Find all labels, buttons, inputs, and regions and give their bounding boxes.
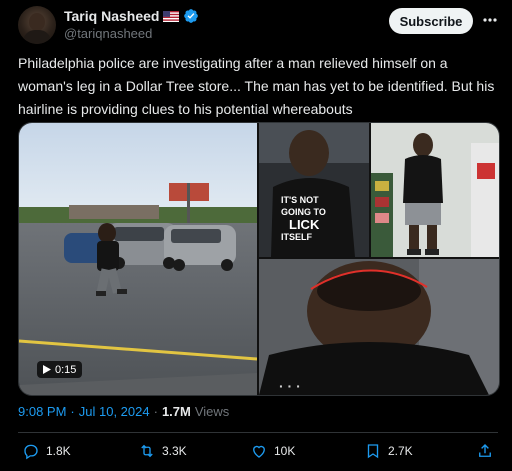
repost-button[interactable]: 3.3K: [138, 442, 187, 460]
bookmark-icon: [367, 444, 379, 459]
more-icon[interactable]: [482, 12, 498, 28]
shirt-line-4: ITSELF: [281, 232, 313, 242]
subscribe-button[interactable]: Subscribe: [389, 8, 473, 34]
photo-tile-closeup[interactable]: IT'S NOT GOING TO LICK ITSELF: [259, 123, 369, 257]
shirt-line-3: LICK: [289, 217, 320, 232]
us-flag-icon: [163, 10, 180, 22]
store-surveillance-photo: [371, 123, 499, 257]
video-duration-badge: 0:15: [37, 361, 83, 378]
meta-separator-1: ·: [70, 404, 75, 419]
svg-text:· · ·: · · ·: [279, 378, 301, 394]
bookmark-count: 2.7K: [388, 444, 413, 458]
verified-badge-icon[interactable]: [183, 8, 199, 24]
author-handle[interactable]: @tariqnasheed: [64, 26, 152, 41]
play-icon[interactable]: [43, 365, 51, 374]
tweet-date[interactable]: Jul 10, 2024: [79, 404, 150, 419]
views-label: Views: [194, 404, 230, 419]
photo-tile-store[interactable]: [371, 123, 499, 257]
like-count: 10K: [274, 444, 296, 458]
like-icon: [253, 445, 265, 458]
meta-separator-2: ·: [153, 404, 158, 419]
share-icon: [479, 444, 491, 457]
media-grid: 0:15 IT'S NOT GOING TO LICK ITSELF · · ·: [18, 122, 500, 396]
share-button[interactable]: [476, 442, 494, 460]
video-tile[interactable]: 0:15: [19, 123, 257, 395]
tweet-time[interactable]: 9:08 PM: [18, 404, 66, 419]
avatar[interactable]: [18, 6, 56, 44]
reply-button[interactable]: 1.8K: [22, 442, 71, 460]
action-bar: 1.8K 3.3K 10K 2.7K: [18, 442, 498, 464]
author-name[interactable]: Tariq Nasheed: [64, 8, 159, 24]
hairline-closeup-photo: · · ·: [259, 259, 499, 395]
shirt-line-1: IT'S NOT: [281, 195, 319, 205]
divider: [18, 432, 498, 433]
repost-icon: [141, 444, 153, 458]
tweet-meta: 9:08 PM · Jul 10, 2024 · 1.7M Views: [18, 404, 229, 419]
tweet-card: Tariq Nasheed @tariqnasheed Subscribe Ph…: [0, 0, 512, 471]
reply-icon: [24, 444, 38, 460]
tweet-text: Philadelphia police are investigating af…: [18, 55, 495, 117]
shirt-line-2: GOING TO: [281, 207, 326, 217]
views-count: 1.7M: [161, 404, 191, 419]
man-shirt-photo: IT'S NOT GOING TO LICK ITSELF: [259, 123, 369, 257]
parking-lot-video-frame: [19, 123, 257, 395]
author-name-row: Tariq Nasheed: [64, 6, 199, 26]
bookmark-button[interactable]: 2.7K: [364, 442, 413, 460]
repost-count: 3.3K: [162, 444, 187, 458]
photo-tile-hairline[interactable]: · · ·: [259, 259, 499, 395]
like-button[interactable]: 10K: [250, 442, 295, 460]
reply-count: 1.8K: [46, 444, 71, 458]
video-duration: 0:15: [55, 363, 77, 376]
